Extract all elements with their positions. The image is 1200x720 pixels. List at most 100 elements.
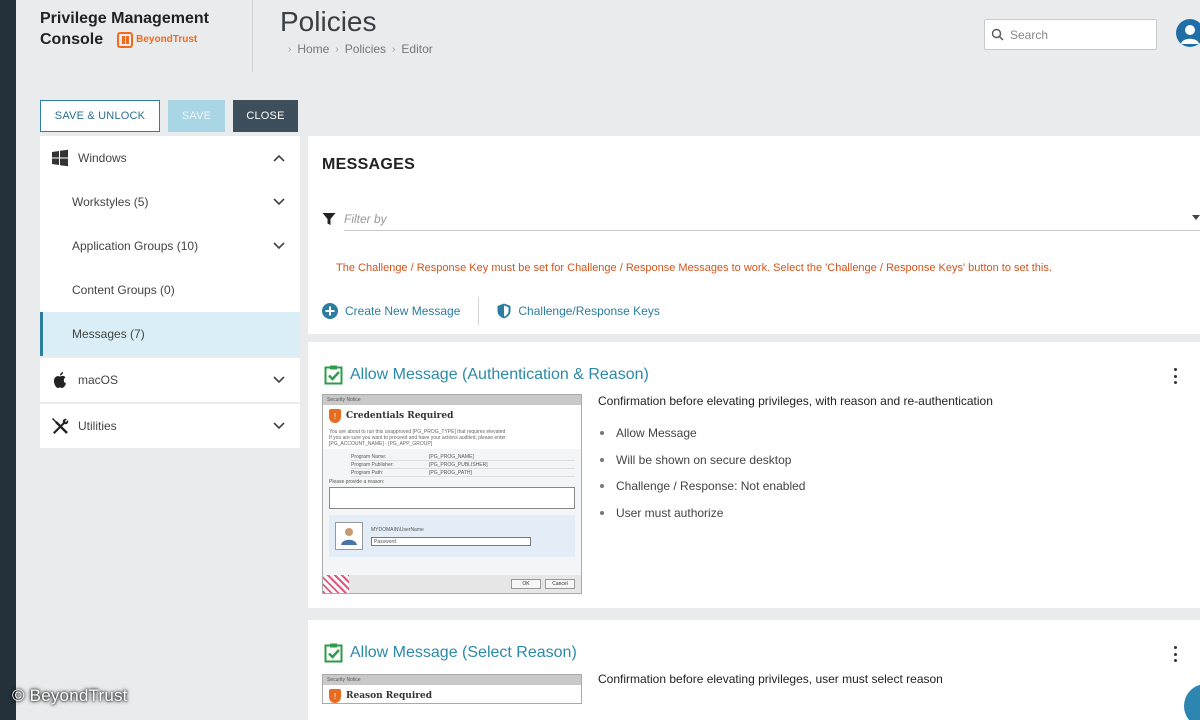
filter-input[interactable]: [344, 207, 1200, 231]
sidebar-item-macos[interactable]: macOS: [40, 358, 300, 402]
message-card-details: Allow Message Will be shown on secure de…: [598, 420, 805, 526]
preview-auth-panel: MYDOMAIN\UserName Password: [329, 515, 575, 557]
chevron-up-icon[interactable]: [272, 151, 286, 165]
messages-title: MESSAGES: [322, 156, 416, 173]
list-item: Challenge / Response: Not enabled: [598, 473, 805, 500]
preview-shield-icon: !: [329, 409, 341, 423]
messages-panel: MESSAGES The Challenge / Response Key mu…: [308, 136, 1200, 334]
message-preview-thumbnail: Security Notice ! Credentials Required Y…: [322, 394, 582, 594]
preview-body-line: [PG_ACCOUNT_NAME] - [PG_APP_GROUP]: [329, 441, 433, 447]
sidebar-group-windows: Windows Workstyles (5) Application Group…: [40, 136, 300, 356]
message-actions: Create New Message Challenge/Response Ke…: [322, 296, 660, 326]
preview-header: ! Credentials Required: [323, 405, 581, 427]
sidebar-group-utilities: Utilities: [40, 404, 300, 448]
check-shield-icon: [324, 365, 343, 385]
sidebar-item-label: Workstyles (5): [72, 195, 149, 209]
beyondtrust-logo-text: BeyondTrust: [136, 34, 198, 45]
create-new-message-button[interactable]: Create New Message: [322, 303, 460, 319]
preview-row: Program Name: [PG_PROG_NAME]: [351, 453, 575, 461]
breadcrumb-chevron-icon: ›: [335, 43, 339, 55]
preview-credentials: MYDOMAIN\UserName Password: [371, 527, 531, 546]
brand-title-line1: Privilege Management: [40, 10, 209, 27]
apple-icon: [50, 370, 70, 390]
more-options-icon[interactable]: [1172, 646, 1178, 662]
preview-body: You are about to run this unapproved [PG…: [323, 427, 581, 449]
sidebar-item-content-groups[interactable]: Content Groups (0): [40, 268, 300, 312]
brand-title-line2: Console: [40, 31, 104, 48]
preview-title: Credentials Required: [346, 411, 454, 421]
save-button[interactable]: SAVE: [168, 100, 225, 132]
save-and-unlock-button[interactable]: SAVE & UNLOCK: [40, 100, 160, 132]
sidebar-item-windows[interactable]: Windows: [40, 136, 300, 180]
preview-shield-icon: !: [329, 689, 341, 703]
breadcrumb-chevron-icon: ›: [392, 43, 396, 55]
challenge-response-warning: The Challenge / Response Key must be set…: [336, 262, 1052, 274]
list-item: User must authorize: [598, 500, 805, 527]
message-card-description: Confirmation before elevating privileges…: [598, 672, 943, 686]
search-input[interactable]: [1010, 27, 1150, 42]
preview-password: Password: [371, 536, 531, 546]
challenge-response-keys-label: Challenge/Response Keys: [518, 304, 660, 318]
message-card-title[interactable]: Allow Message (Select Reason): [350, 644, 577, 662]
header-divider: [252, 0, 253, 72]
chevron-down-icon[interactable]: [272, 419, 286, 433]
action-divider: [478, 297, 480, 325]
sidebar-item-workstyles[interactable]: Workstyles (5): [40, 180, 300, 224]
check-shield-icon: [324, 643, 343, 663]
sidebar-item-label: macOS: [78, 373, 119, 387]
preview-row: Program Path: [PG_PROG_PATH]: [351, 469, 575, 477]
dropdown-caret-icon[interactable]: [1192, 215, 1200, 220]
breadcrumb-editor: Editor: [401, 42, 433, 56]
preview-username: MYDOMAIN\UserName: [371, 526, 424, 533]
sidebar-item-application-groups[interactable]: Application Groups (10): [40, 224, 300, 268]
preview-header: ! Reason Required: [323, 685, 581, 703]
message-card[interactable]: Allow Message (Select Reason) Security N…: [308, 620, 1200, 720]
message-card[interactable]: Allow Message (Authentication & Reason) …: [308, 342, 1200, 608]
more-options-icon[interactable]: [1172, 368, 1178, 384]
message-card-header: Allow Message (Select Reason): [324, 643, 577, 663]
preview-titlebar: Security Notice: [323, 675, 581, 685]
preview-cancel: Cancel: [545, 579, 575, 589]
preview-footer: OK Cancel: [323, 575, 581, 593]
filter-icon: [322, 213, 336, 225]
create-new-message-label: Create New Message: [345, 304, 461, 318]
sidebar-item-label: Application Groups (10): [72, 239, 199, 253]
close-button[interactable]: CLOSE: [233, 100, 298, 132]
sidebar-item-utilities[interactable]: Utilities: [40, 404, 300, 448]
sidebar-item-label: Windows: [78, 151, 127, 165]
user-avatar-icon[interactable]: [1176, 19, 1200, 47]
breadcrumb: › Home › Policies › Editor: [288, 42, 433, 56]
sidebar-group-macos: macOS: [40, 358, 300, 402]
sidebar-item-messages[interactable]: Messages (7): [40, 312, 300, 356]
chevron-down-icon[interactable]: [272, 239, 286, 253]
tools-icon: [50, 416, 70, 436]
breadcrumb-home[interactable]: Home: [297, 42, 329, 56]
preview-titlebar: Security Notice: [323, 395, 581, 405]
chevron-down-icon[interactable]: [272, 373, 286, 387]
chevron-down-icon[interactable]: [272, 195, 286, 209]
preview-reason-label: Please provide a reason:: [329, 479, 385, 485]
beyondtrust-logo: BeyondTrust: [117, 31, 197, 49]
message-card-title[interactable]: Allow Message (Authentication & Reason): [350, 366, 649, 384]
preview-stripe: [323, 575, 349, 593]
challenge-response-keys-button[interactable]: Challenge/Response Keys: [497, 303, 660, 319]
breadcrumb-policies[interactable]: Policies: [345, 42, 386, 56]
preview-title: Reason Required: [346, 691, 433, 701]
copyright-watermark: © BeyondTrust: [12, 686, 128, 705]
windows-icon: [50, 148, 70, 168]
message-preview-thumbnail: Security Notice ! Reason Required: [322, 674, 582, 704]
sidebar-item-label: Content Groups (0): [72, 283, 175, 297]
messages-content: MESSAGES The Challenge / Response Key mu…: [308, 136, 1200, 720]
preview-program-table: Program Name: [PG_PROG_NAME] Program Publ…: [351, 453, 575, 477]
message-card-header: Allow Message (Authentication & Reason): [324, 365, 649, 385]
page-title: Policies: [280, 6, 377, 37]
brand[interactable]: Privilege Management Console BeyondTrust: [40, 8, 250, 50]
filter-row: [322, 206, 1200, 232]
search-box[interactable]: [984, 19, 1157, 50]
preview-row: Program Publisher: [PG_PROG_PUBLISHER]: [351, 461, 575, 469]
breadcrumb-chevron-icon: ›: [288, 43, 292, 55]
message-card-description: Confirmation before elevating privileges…: [598, 394, 993, 408]
shield-icon: [497, 303, 511, 319]
list-item: Allow Message: [598, 420, 805, 447]
policy-sidebar: Windows Workstyles (5) Application Group…: [40, 136, 300, 450]
